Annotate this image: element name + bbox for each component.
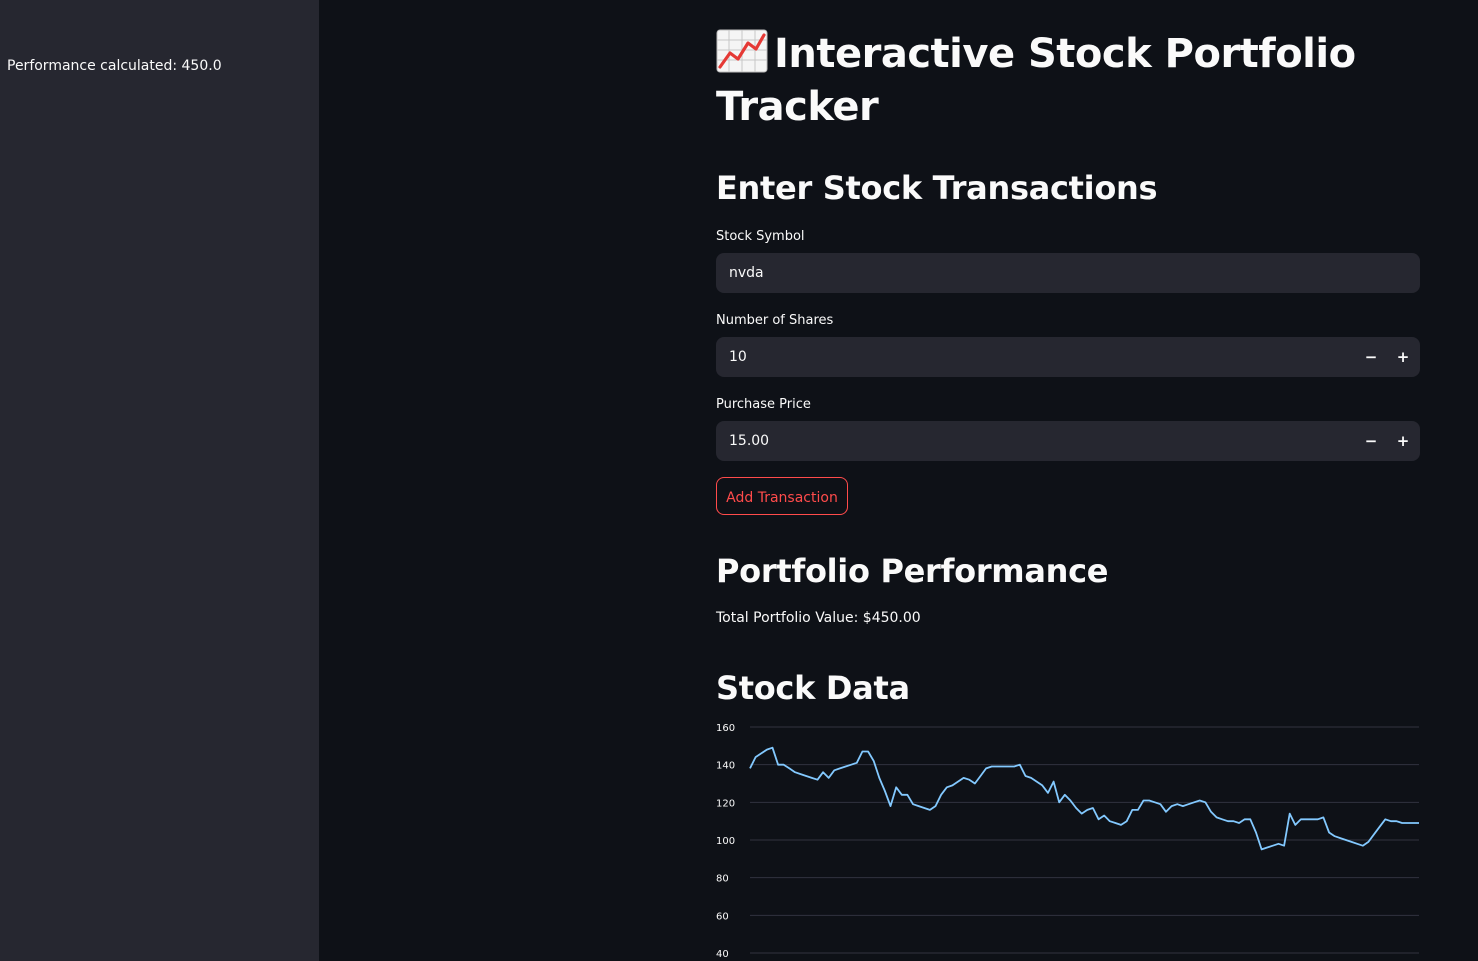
purchase-price-value: 15.00 [729, 433, 770, 449]
number-of-shares-input[interactable]: 10 − + [716, 337, 1420, 377]
chart-y-tick-label: 140 [716, 761, 735, 772]
stock-symbol-input[interactable]: nvda [716, 253, 1420, 293]
stock-price-chart: 160 140 120 100 80 60 40 [716, 723, 1419, 960]
portfolio-performance-heading: Portfolio Performance [716, 552, 1109, 590]
chart-y-tick-label: 40 [716, 949, 729, 960]
performance-calculated-text: Performance calculated: 450.0 [7, 58, 222, 74]
chart-series-line [749, 746, 1419, 851]
transactions-heading: Enter Stock Transactions [716, 169, 1158, 207]
page-title-text: Interactive Stock Portfolio Tracker [716, 31, 1356, 130]
price-decrement-button[interactable]: − [1355, 421, 1387, 461]
shares-decrement-button[interactable]: − [1355, 337, 1387, 377]
add-transaction-button[interactable]: Add Transaction [716, 477, 848, 515]
chart-increasing-icon [716, 29, 768, 73]
chart-y-tick-label: 160 [716, 723, 735, 734]
chart-y-tick-label: 100 [716, 836, 735, 847]
purchase-price-label: Purchase Price [716, 397, 811, 412]
price-increment-button[interactable]: + [1387, 421, 1419, 461]
stock-symbol-value: nvda [729, 265, 764, 281]
sidebar: Performance calculated: 450.0 [0, 0, 319, 961]
number-of-shares-label: Number of Shares [716, 313, 834, 328]
chart-y-tick-label: 80 [716, 874, 729, 885]
shares-increment-button[interactable]: + [1387, 337, 1419, 377]
purchase-price-input[interactable]: 15.00 − + [716, 421, 1420, 461]
stock-data-heading: Stock Data [716, 669, 910, 707]
stock-symbol-label: Stock Symbol [716, 229, 805, 244]
number-of-shares-value: 10 [729, 349, 747, 365]
chart-y-tick-label: 60 [716, 911, 729, 922]
page-title: Interactive Stock Portfolio Tracker [716, 28, 1420, 134]
total-portfolio-value: Total Portfolio Value: $450.00 [716, 610, 921, 626]
chart-y-tick-label: 120 [716, 798, 735, 809]
